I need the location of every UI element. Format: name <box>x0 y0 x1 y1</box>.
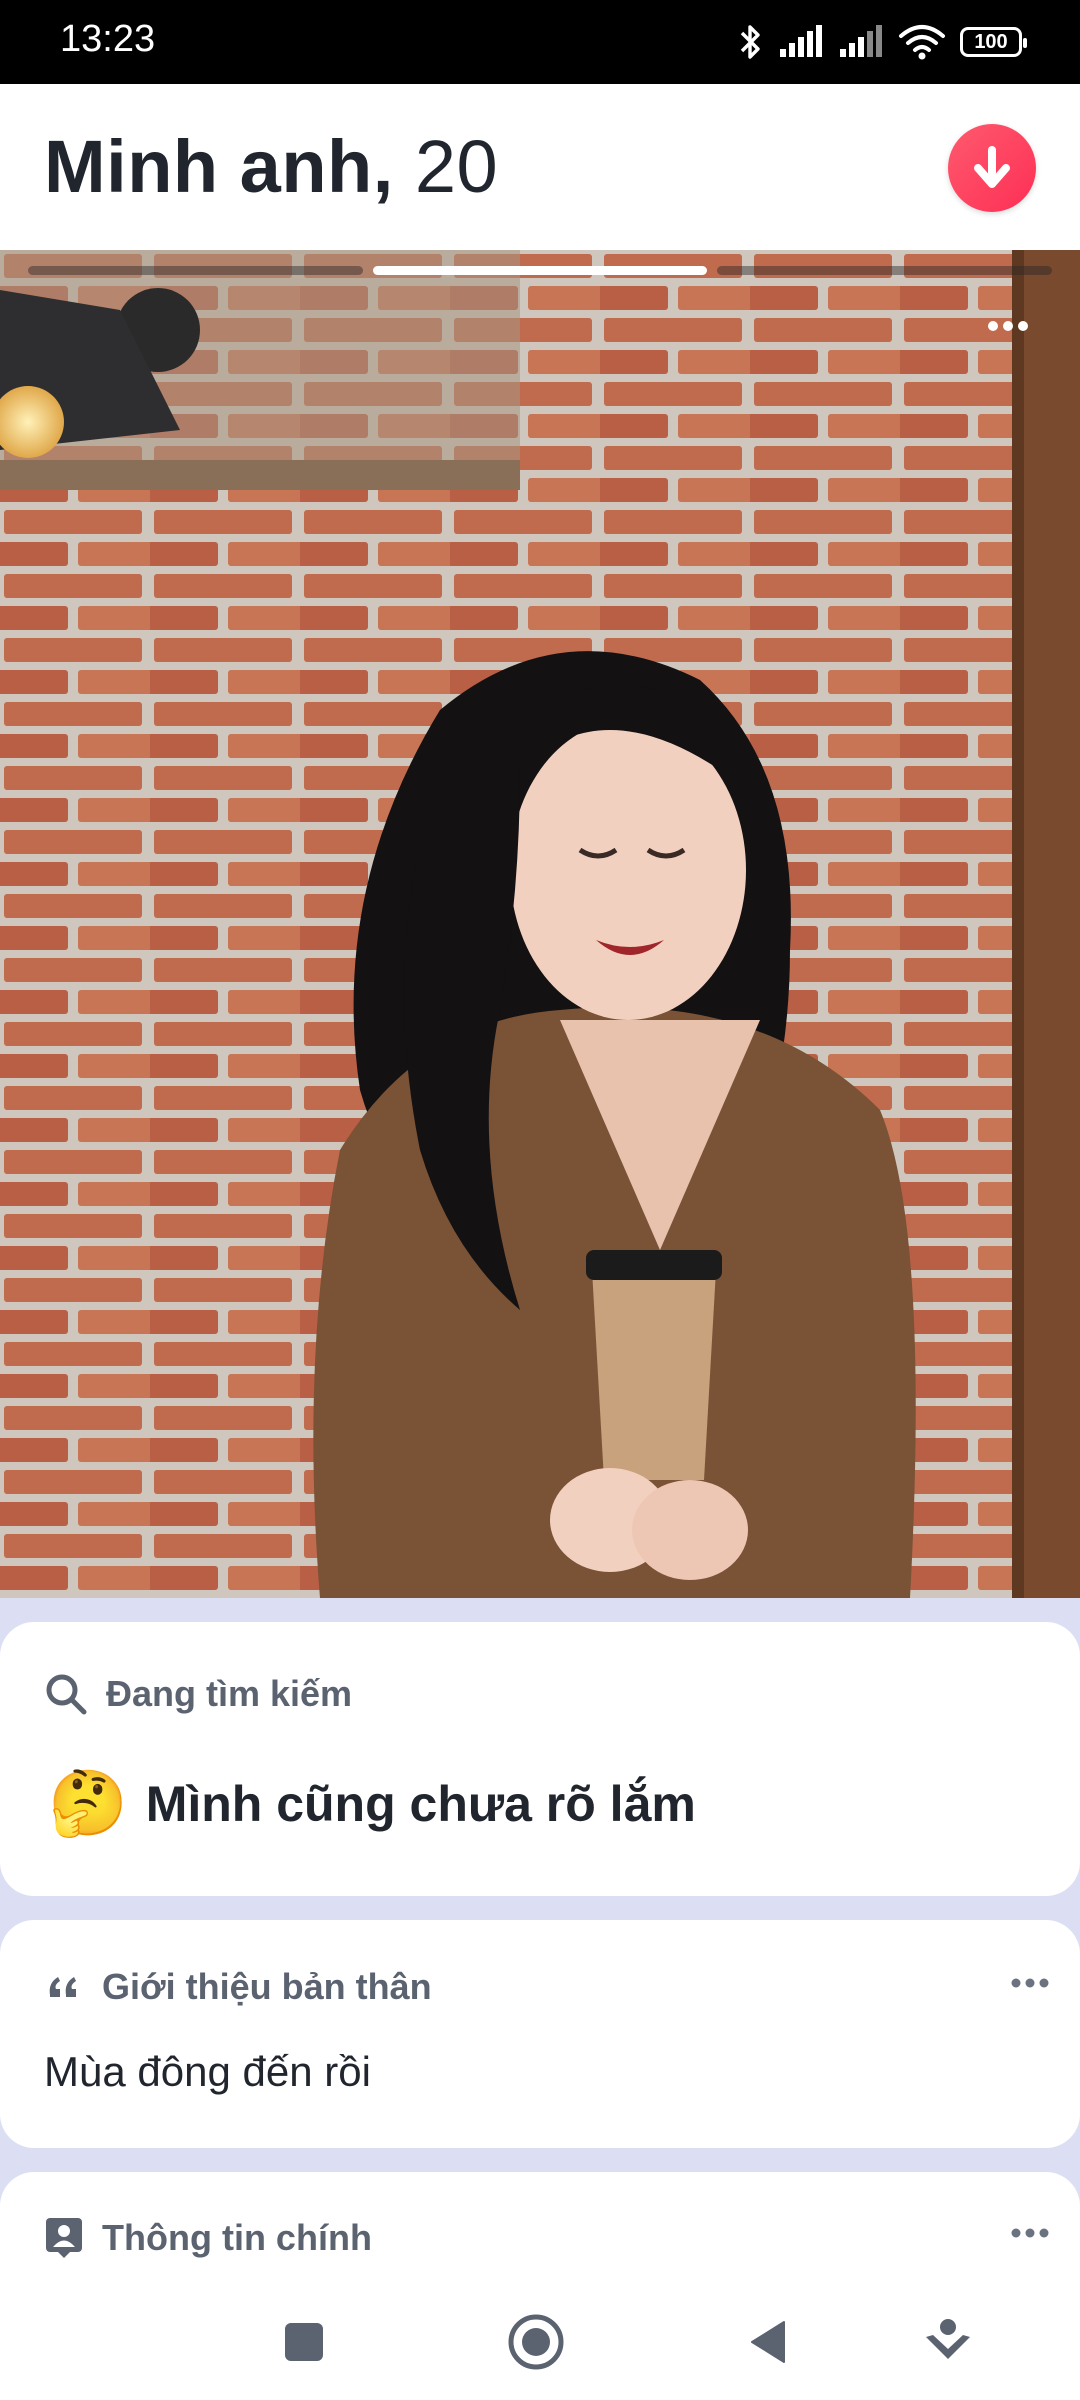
basics-heading: Thông tin chính <box>44 2216 372 2260</box>
back-icon <box>751 2321 785 2363</box>
photo-progress-segment-active <box>372 266 708 275</box>
bio-more-icon[interactable] <box>1010 1976 1050 1990</box>
signal-icon <box>780 25 822 57</box>
photo-image <box>0 250 1080 1598</box>
status-bar: 13:23 100 <box>0 0 1080 84</box>
basics-more-icon[interactable] <box>1010 2226 1050 2240</box>
bio-card: Giới thiệu bản thân Mùa đông đến rồi <box>0 1920 1080 2148</box>
search-icon <box>46 1674 87 1715</box>
profile-name: Minh anh, <box>44 125 394 208</box>
home-button[interactable] <box>504 2310 568 2374</box>
wifi-icon <box>899 25 945 60</box>
looking-for-value-text: Mình cũng chưa rõ lắm <box>145 1775 696 1832</box>
bluetooth-icon <box>740 25 760 59</box>
quote-icon <box>49 1977 76 1997</box>
battery-icon: 100 <box>960 27 1027 57</box>
bio-heading: Giới thiệu bản thân <box>44 1966 432 2008</box>
arrow-down-icon <box>974 146 1010 188</box>
recents-icon <box>285 2323 323 2361</box>
back-button[interactable] <box>736 2310 800 2374</box>
basics-heading-label: Thông tin chính <box>102 2217 372 2258</box>
assistant-button[interactable] <box>916 2310 980 2374</box>
looking-for-value: 🤔 Mình cũng chưa rõ lắm <box>48 1766 696 1841</box>
photo-more-icon[interactable] <box>986 318 1030 334</box>
photo-progress-bar <box>28 266 1053 278</box>
photo-progress-segment <box>28 266 363 275</box>
looking-for-heading-label: Đang tìm kiếm <box>106 1673 353 1714</box>
bio-heading-label: Giới thiệu bản thân <box>102 1966 432 2007</box>
photo-progress-segment <box>717 266 1053 275</box>
profile-header: Minh anh, 20 <box>0 84 1080 250</box>
system-nav-bar <box>0 2260 1080 2400</box>
assistant-icon <box>926 2319 970 2359</box>
profile-badge-icon <box>46 2218 82 2258</box>
profile-age: 20 <box>414 125 499 208</box>
thinking-face-icon: 🤔 <box>48 1767 128 1839</box>
profile-screen: 13:23 100 Minh anh, 20 Đang tìm kiếm 🤔 M… <box>0 0 1080 2400</box>
status-icons: 100 <box>738 22 1027 62</box>
profile-name-age: Minh anh, 20 <box>44 124 498 209</box>
status-time: 13:23 <box>60 18 156 60</box>
home-icon <box>508 2314 564 2370</box>
looking-for-heading: Đang tìm kiếm <box>44 1672 352 1716</box>
signal-icon <box>840 25 882 57</box>
collapse-profile-button[interactable] <box>948 124 1036 212</box>
battery-level: 100 <box>974 30 1008 53</box>
recents-button[interactable] <box>272 2310 336 2374</box>
looking-for-card: Đang tìm kiếm 🤔 Mình cũng chưa rõ lắm <box>0 1622 1080 1896</box>
bio-text: Mùa đông đến rồi <box>44 2048 371 2095</box>
profile-photo[interactable] <box>0 250 1080 1598</box>
